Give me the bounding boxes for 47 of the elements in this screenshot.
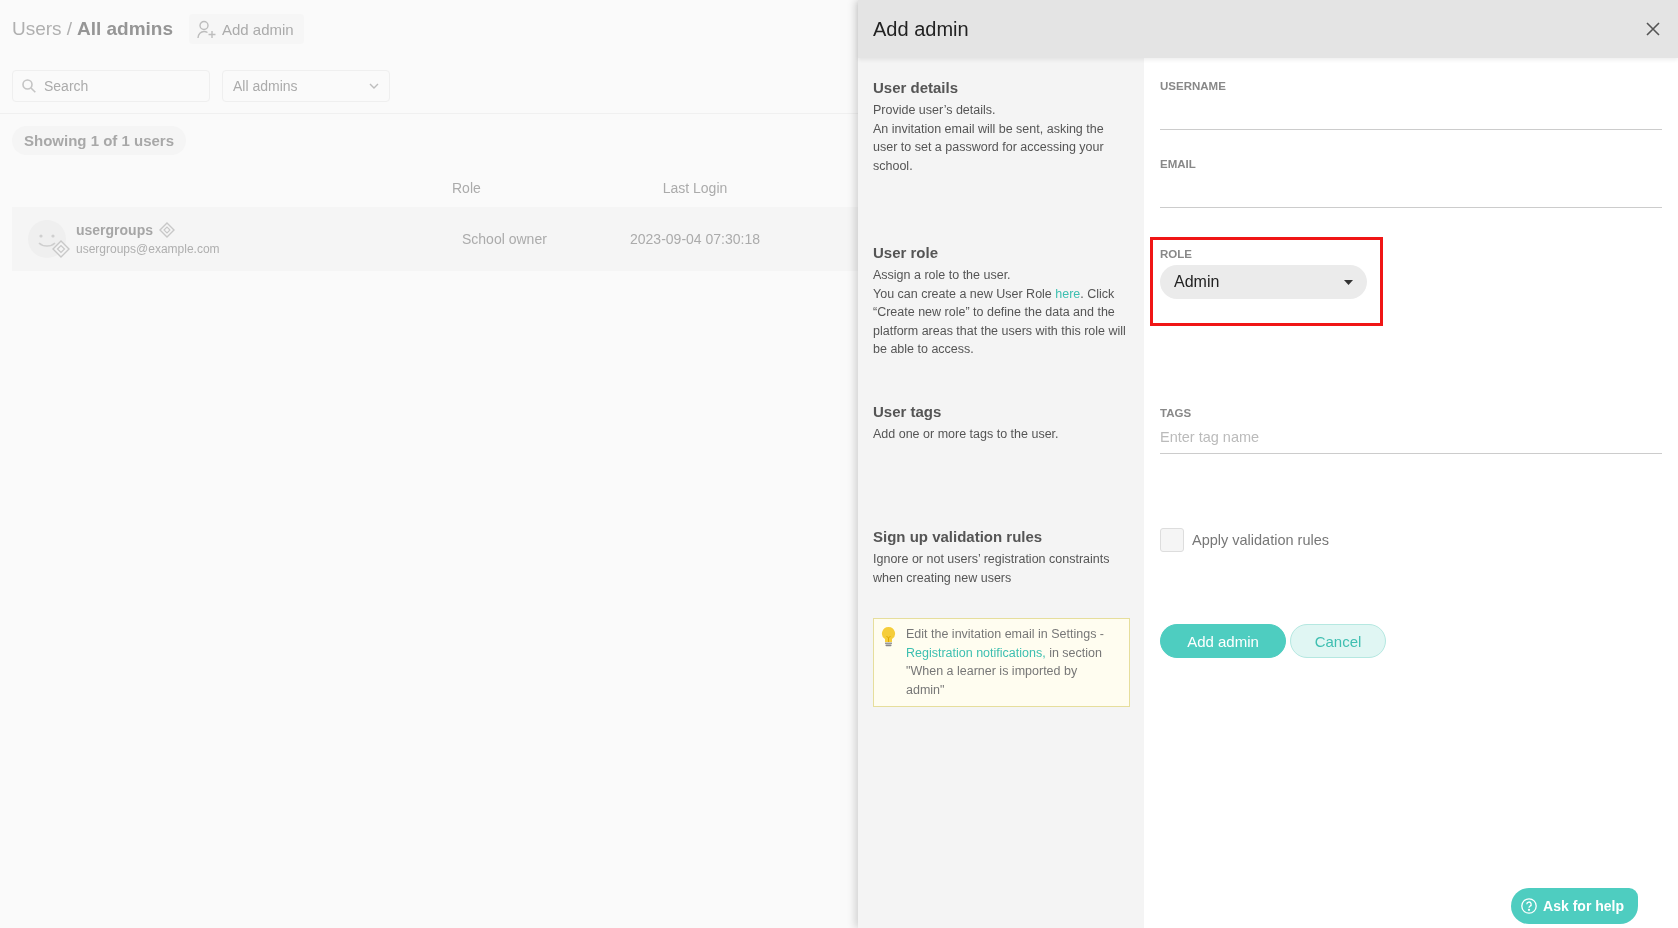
section-title: User details: [873, 78, 960, 98]
page-title: All admins: [76, 18, 173, 40]
breadcrumb-separator: /: [66, 18, 72, 40]
lightbulb-icon: [881, 626, 896, 647]
role-select[interactable]: Admin: [1160, 265, 1367, 299]
section-title: Sign up validation rules: [873, 527, 1044, 547]
checkbox[interactable]: [1160, 528, 1184, 552]
filter-dropdown[interactable]: All admins: [222, 70, 390, 102]
user-email: usergroups@example.com: [76, 242, 220, 256]
panel-title: Add admin: [873, 17, 969, 41]
chevron-icon: [369, 83, 379, 89]
table-cell-text: School owner: [461, 231, 548, 247]
add-admin-button[interactable]: Add admin: [189, 14, 304, 44]
question-icon: [1521, 898, 1538, 914]
field-label: USERNAME: [1160, 79, 1227, 94]
section-description: Add one or more tags to the user.: [873, 426, 1060, 443]
input-field[interactable]: Enter tag name: [1160, 421, 1662, 454]
section-title: User role: [873, 243, 940, 263]
help-button[interactable]: Ask for help: [1511, 888, 1638, 924]
checkbox-label[interactable]: Apply validation rules: [1192, 532, 1330, 548]
avatar-icon: [28, 220, 66, 258]
column-header: Last Login: [661, 180, 729, 196]
diamond-icon: [52, 240, 70, 258]
field-label: TAGS: [1160, 406, 1193, 421]
column-header: Role: [451, 180, 482, 196]
field-label: EMAIL: [1160, 157, 1197, 172]
cancel-button[interactable]: Cancel: [1290, 624, 1386, 658]
table-row[interactable]: usergroups usergroups@example.com School owner 2023-09-04 07:30:18: [12, 207, 858, 271]
user-plus-icon: [197, 19, 216, 39]
field-label: ROLE: [1160, 247, 1193, 262]
section-description: Assign a role to the user.: [873, 267, 1012, 284]
user-name: usergroups: [76, 222, 153, 238]
section-description: You can create a new User Role here. Click “Create new role” to define the data and the platform areas that the users with this role will be able to access.: [873, 285, 1127, 358]
tip-text: Edit the invitation email in Settings - Registration notifications, in section "When a learner is imported by admin": [906, 626, 1106, 699]
result-count: Showing 1 of 1 users: [12, 126, 187, 155]
section-description: An invitation email will be sent, asking the user to set a password for accessing your school.: [873, 120, 1105, 175]
text-link[interactable]: Registration notifications,: [906, 645, 1046, 660]
close-icon: [1646, 22, 1660, 36]
add-admin-button[interactable]: Add admin: [1160, 624, 1286, 658]
caret-icon: [1344, 279, 1353, 285]
section-description: Provide user’s details.: [873, 102, 997, 119]
section-title: User tags: [873, 402, 943, 422]
diamond-icon: [159, 222, 175, 238]
table-cell-text: 2023-09-04 07:30:18: [629, 231, 761, 247]
section-description: Ignore or not users’ registration constraints when creating new users: [873, 551, 1111, 587]
search-field[interactable]: Search: [12, 70, 210, 102]
breadcrumb-link[interactable]: Users: [12, 18, 62, 40]
